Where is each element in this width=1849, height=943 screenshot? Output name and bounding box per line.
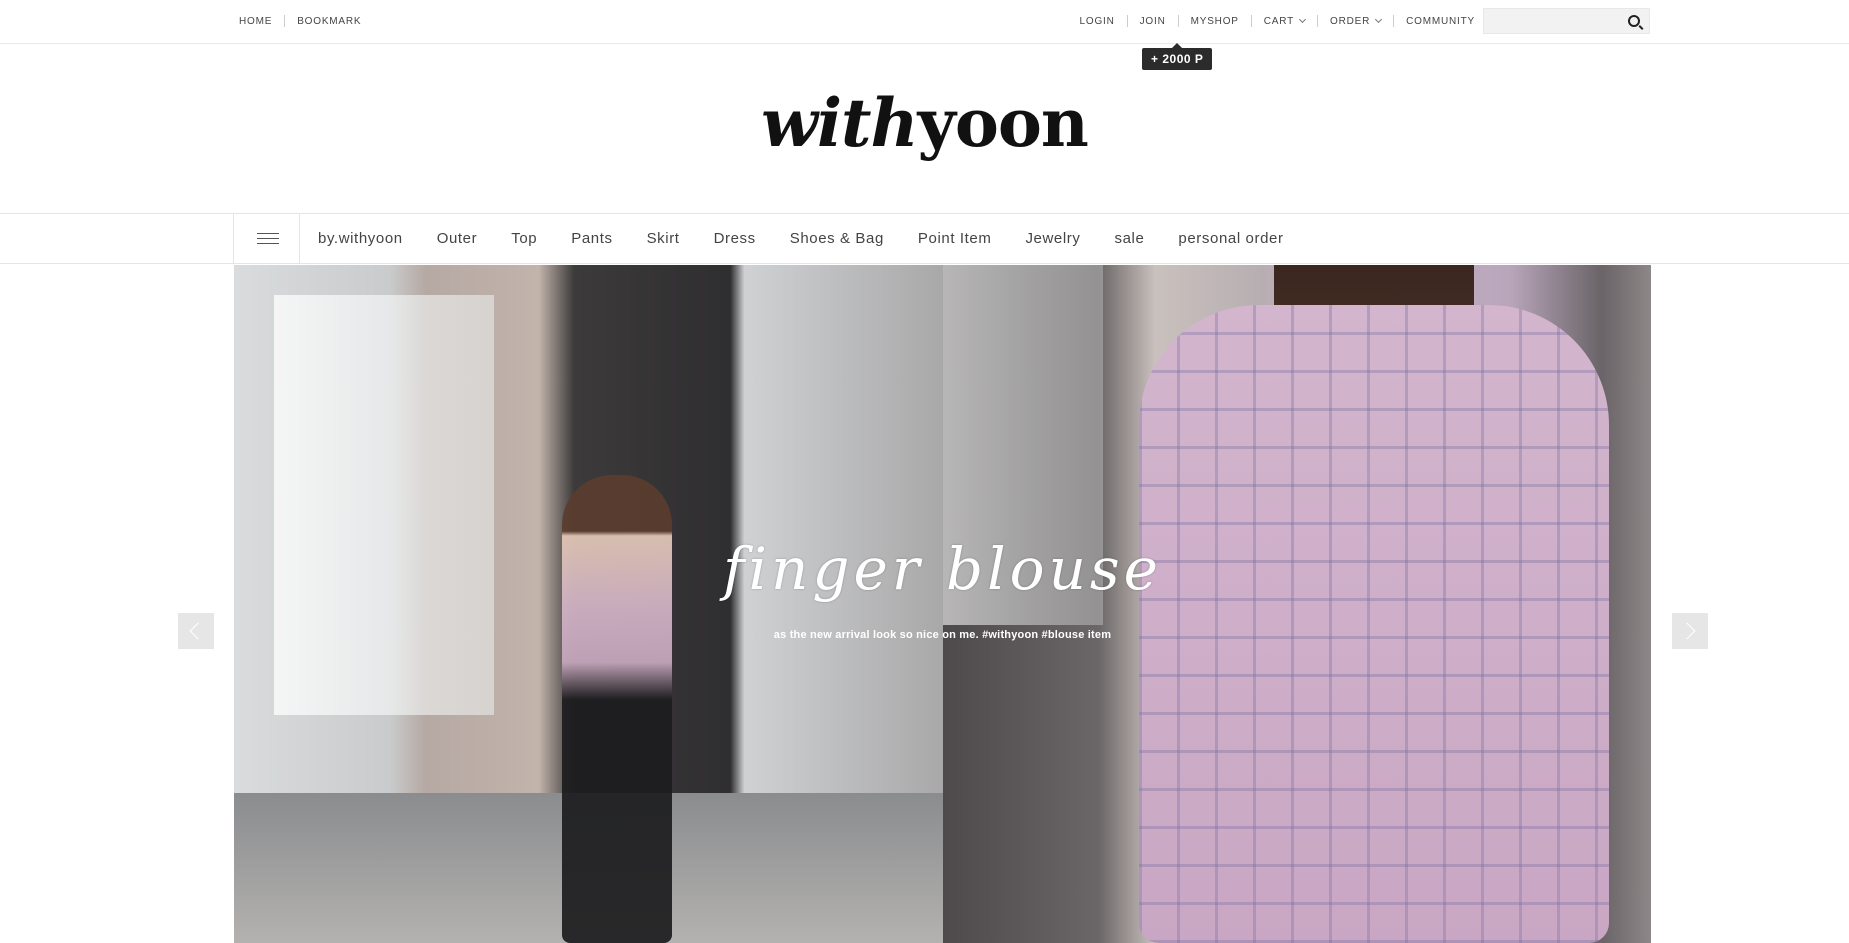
hero-banner[interactable]: finger blouse as the new arrival look so… — [234, 265, 1651, 943]
divider — [1393, 15, 1395, 27]
nav-item-point-item[interactable]: Point Item — [918, 230, 992, 247]
slider-prev-button[interactable] — [178, 613, 214, 649]
chevron-down-icon — [1375, 15, 1383, 24]
nav-item-dress[interactable]: Dress — [714, 230, 756, 247]
search-box — [1483, 8, 1650, 34]
nav-item-top[interactable]: Top — [511, 230, 537, 247]
nav-item-personal-order[interactable]: personal order — [1178, 230, 1283, 247]
top-left-links: HOME BOOKMARK — [239, 15, 361, 27]
hero-subtitle: as the new arrival look so nice on me. #… — [773, 629, 1112, 641]
chevron-down-icon — [1298, 15, 1307, 24]
hero-photo-blouse — [1139, 305, 1609, 943]
divider — [1177, 15, 1179, 27]
home-link[interactable]: HOME — [239, 16, 272, 27]
hero-title: finger blouse — [722, 535, 1163, 603]
slider-next-button[interactable] — [1672, 613, 1708, 649]
logo-text-yoon: yoon — [917, 84, 1088, 162]
cart-link[interactable]: CART — [1263, 15, 1307, 27]
divider — [1317, 15, 1318, 27]
nav-item-jewelry[interactable]: Jewelry — [1025, 230, 1080, 247]
nav-item-pants[interactable]: Pants — [571, 230, 612, 247]
nav-item-sale[interactable]: sale — [1115, 230, 1145, 247]
nav-item-skirt[interactable]: Skirt — [647, 230, 680, 247]
myshop-link[interactable]: MYSHOP — [1191, 16, 1239, 27]
search-icon[interactable] — [1628, 15, 1640, 27]
order-link[interactable]: ORDER — [1330, 15, 1383, 27]
divider — [284, 15, 286, 27]
nav-item-shoes-bag[interactable]: Shoes & Bag — [790, 230, 884, 247]
order-label: ORDER — [1330, 15, 1371, 27]
join-points-tooltip: + 2000 P — [1142, 43, 1213, 70]
join-link[interactable]: JOIN — [1140, 16, 1166, 27]
top-right-links: LOGIN JOIN MYSHOP CART ORDER COMMUNITY — [1080, 15, 1476, 27]
hero-photo-curtain — [274, 295, 494, 715]
top-utility-bar: HOME BOOKMARK LOGIN JOIN MYSHOP CART ORD… — [0, 0, 1849, 44]
category-list: by.withyoon Outer Top Pants Skirt Dress … — [318, 214, 1318, 263]
chevron-right-icon — [1678, 622, 1696, 640]
category-nav: by.withyoon Outer Top Pants Skirt Dress … — [0, 213, 1849, 264]
search-input[interactable] — [1484, 9, 1640, 33]
divider — [1250, 15, 1252, 27]
login-link[interactable]: LOGIN — [1080, 16, 1115, 27]
nav-item-by-withyoon[interactable]: by.withyoon — [318, 230, 403, 247]
cart-label: CART — [1263, 15, 1294, 27]
divider — [1126, 15, 1128, 27]
community-link[interactable]: COMMUNITY — [1406, 16, 1475, 27]
chevron-left-icon — [189, 622, 207, 640]
nav-item-outer[interactable]: Outer — [437, 230, 478, 247]
hamburger-icon — [257, 233, 279, 245]
menu-button[interactable] — [233, 214, 300, 263]
bookmark-link[interactable]: BOOKMARK — [297, 16, 361, 27]
logo-text-with: with — [761, 84, 918, 162]
site-logo[interactable]: withyoon — [0, 78, 1849, 169]
